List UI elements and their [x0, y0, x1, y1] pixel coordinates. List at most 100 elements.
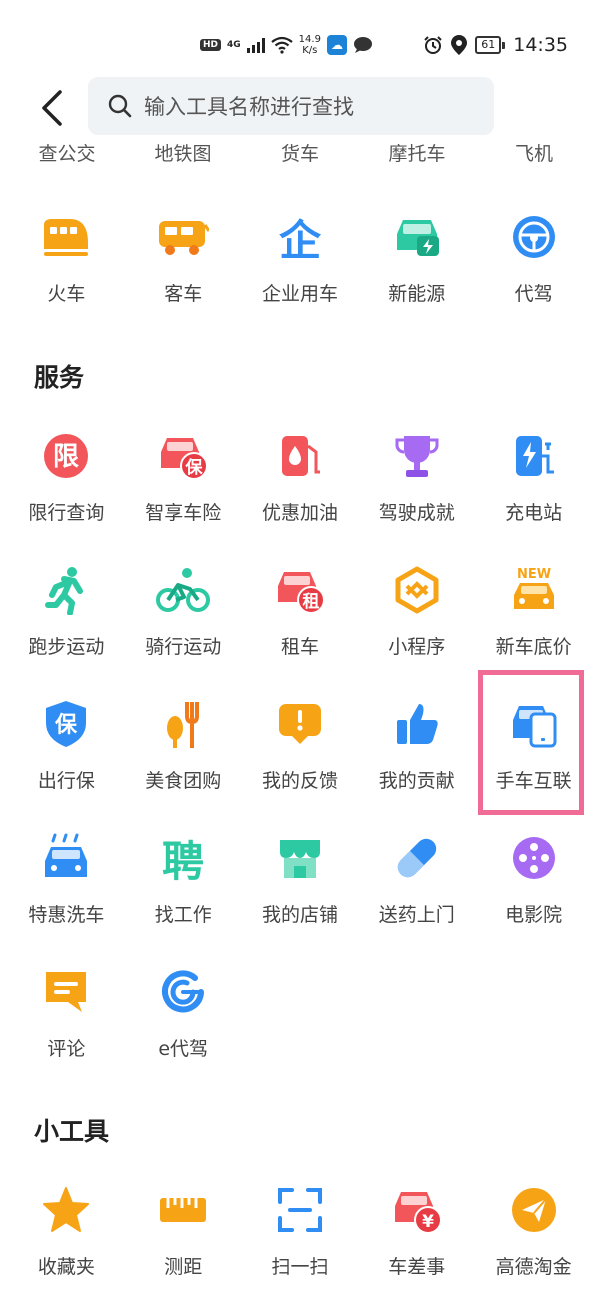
grid-item-label: 特惠洗车 [28, 904, 105, 926]
battery-level: 61 [475, 36, 502, 54]
net-speed-unit: K/s [302, 45, 318, 56]
new-car-icon: NEW [506, 562, 562, 618]
alarm-icon [424, 36, 442, 54]
grid-item-new-energy[interactable]: 新能源 [358, 203, 475, 313]
grid-item-my-store[interactable]: 我的店铺 [242, 824, 359, 934]
grid-item-car-errand[interactable]: ¥ 车差事 [358, 1176, 475, 1286]
grid-item-label: 企业用车 [261, 283, 338, 305]
services-row-2: 跑步运动 骑行运动 租 租车 小程序 NEW 新车底价 [8, 556, 592, 666]
runner-icon [38, 562, 94, 618]
grid-item-label: 小程序 [388, 636, 446, 658]
wifi-icon [270, 36, 293, 54]
services-row-1: 限 限行查询 保 智享车险 优惠加油 驾驶成就 充电站 [8, 422, 592, 532]
back-arrow-icon[interactable] [34, 88, 70, 128]
svg-text:保: 保 [54, 713, 78, 738]
grid-item-coach[interactable]: 客车 [125, 203, 242, 313]
grid-item-food-deals[interactable]: 美食团购 [125, 690, 242, 800]
grid-item-label[interactable]: 飞机 [476, 139, 592, 165]
car-errand-icon: ¥ [389, 1182, 445, 1238]
steering-wheel-icon [506, 209, 562, 265]
grid-item-mini-program[interactable]: 小程序 [358, 556, 475, 666]
grid-item-charging-station[interactable]: 充电站 [475, 422, 592, 532]
grid-item-label: 收藏夹 [37, 1256, 95, 1278]
svg-text:企: 企 [279, 216, 322, 261]
grid-item-label: 租车 [280, 636, 319, 658]
ev-car-icon [389, 209, 445, 265]
svg-text:限: 限 [53, 442, 79, 472]
job-icon: 聘 [155, 830, 211, 886]
fork-spoon-icon [155, 696, 211, 752]
grid-item-car-rental[interactable]: 租 租车 [242, 556, 359, 666]
grid-item-label: 找工作 [154, 904, 212, 926]
cyclist-icon [155, 562, 211, 618]
net-speed-value: 14.9 [298, 34, 321, 45]
grid-item-distance[interactable]: 测距 [125, 1176, 242, 1286]
grid-item-my-feedback[interactable]: 我的反馈 [242, 690, 359, 800]
grid-item-label: 充电站 [505, 502, 563, 524]
grid-item-label[interactable]: 地铁图 [125, 139, 241, 165]
grid-item-favorites[interactable]: 收藏夹 [8, 1176, 125, 1286]
grid-item-label: 驾驶成就 [378, 502, 455, 524]
grid-item-car-wash[interactable]: 特惠洗车 [8, 824, 125, 934]
grid-item-gold-rush[interactable]: 高德淘金 [475, 1176, 592, 1286]
grid-item-designated-driver[interactable]: 代驾 [475, 203, 592, 313]
scan-icon [272, 1182, 328, 1238]
grid-item-new-car-price[interactable]: NEW 新车底价 [475, 556, 592, 666]
grid-item-label: 跑步运动 [28, 636, 105, 658]
hd-indicator: HD [200, 39, 222, 51]
grid-item-label: 出行保 [37, 770, 95, 792]
car-wash-icon [38, 830, 94, 886]
grid-item-driving-achievement[interactable]: 驾驶成就 [358, 422, 475, 532]
car-rental-icon: 租 [272, 562, 328, 618]
section-title-tools: 小工具 [34, 1117, 110, 1146]
grid-item-label: 骑行运动 [145, 636, 222, 658]
paper-plane-icon [506, 1182, 562, 1238]
grid-item-label: 客车 [164, 283, 203, 305]
grid-item-cinema[interactable]: 电影院 [475, 824, 592, 934]
grid-item-label: 我的贡献 [378, 770, 455, 792]
grid-item-medicine-delivery[interactable]: 送药上门 [358, 824, 475, 934]
grid-item-restriction[interactable]: 限 限行查询 [8, 422, 125, 532]
grid-item-label[interactable]: 摩托车 [359, 139, 475, 165]
grid-item-fuel[interactable]: 优惠加油 [242, 422, 359, 532]
grid-item-my-contribution[interactable]: 我的贡献 [358, 690, 475, 800]
feedback-icon [272, 696, 328, 752]
grid-item-cycling[interactable]: 骑行运动 [125, 556, 242, 666]
trophy-icon [389, 428, 445, 484]
grid-item-label: 送药上门 [378, 904, 455, 926]
grid-item-enterprise-car[interactable]: 企 企业用车 [242, 203, 359, 313]
grid-item-label: 我的店铺 [261, 904, 338, 926]
grid-item-label: 代驾 [514, 283, 553, 305]
grid-item-car-insurance[interactable]: 保 智享车险 [125, 422, 242, 532]
chat-icon [353, 37, 372, 53]
grid-item-label[interactable]: 货车 [242, 139, 358, 165]
weather-app-icon: ☁ [326, 35, 347, 55]
grid-item-running[interactable]: 跑步运动 [8, 556, 125, 666]
comment-icon [38, 964, 94, 1020]
grid-item-label: 优惠加油 [261, 502, 338, 524]
grid-item-comments[interactable]: 评论 [8, 958, 125, 1068]
fuel-pump-icon [272, 428, 328, 484]
services-row-5: 评论 e代驾 [8, 958, 592, 1068]
grid-item-label: 扫一扫 [271, 1256, 329, 1278]
grid-item-scan[interactable]: 扫一扫 [242, 1176, 359, 1286]
grid-item-label: 高德淘金 [495, 1256, 572, 1278]
grid-item-label: 新车底价 [495, 636, 572, 658]
car-insurance-icon: 保 [155, 428, 211, 484]
grid-item-label[interactable]: 查公交 [9, 139, 125, 165]
restriction-icon: 限 [38, 428, 94, 484]
svg-text:保: 保 [185, 457, 204, 478]
search-icon [108, 94, 132, 118]
section-title-services: 服务 [34, 363, 85, 392]
grid-item-label: 评论 [47, 1038, 86, 1060]
grid-item-e-driver[interactable]: e代驾 [125, 958, 242, 1068]
train-icon [38, 209, 94, 265]
grid-item-find-job[interactable]: 聘 找工作 [125, 824, 242, 934]
grid-item-label: 我的反馈 [261, 770, 338, 792]
grid-item-train[interactable]: 火车 [8, 203, 125, 313]
star-icon [38, 1182, 94, 1238]
grid-item-travel-insurance[interactable]: 保 出行保 [8, 690, 125, 800]
svg-text:NEW: NEW [517, 567, 551, 582]
grid-item-label: 测距 [164, 1256, 203, 1278]
search-input[interactable]: 输入工具名称进行查找 [88, 77, 494, 135]
